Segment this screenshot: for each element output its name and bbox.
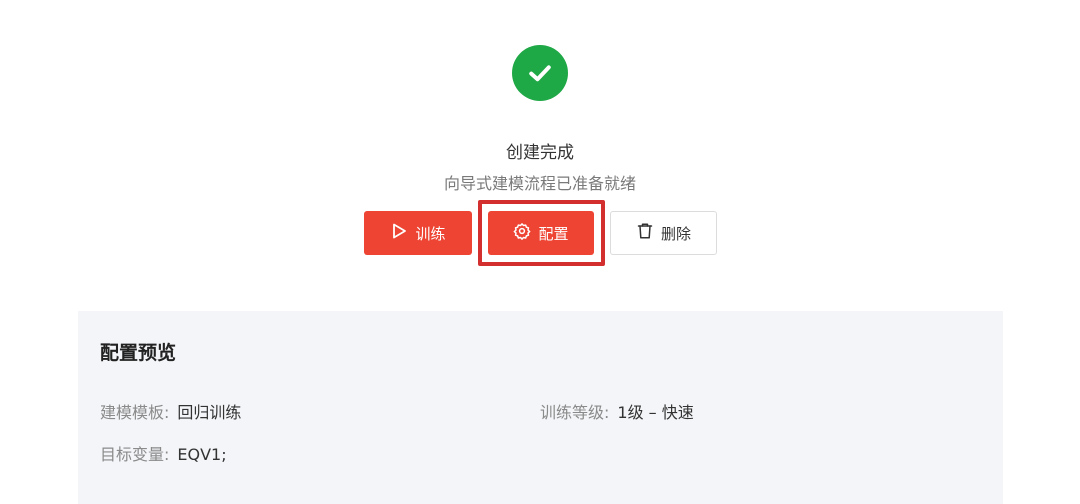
template-field: 建模模板: 回归训练 [100, 402, 241, 424]
delete-button[interactable]: 删除 [610, 211, 717, 255]
status-title: 创建完成 [506, 143, 574, 163]
target-variable-value: EQV1; [177, 445, 227, 464]
play-icon [390, 222, 408, 244]
success-check-icon [512, 45, 568, 101]
train-button-label: 训练 [415, 224, 446, 243]
status-subtitle: 向导式建模流程已准备就绪 [443, 174, 636, 193]
training-level-value: 1级 – 快速 [617, 403, 694, 422]
template-label: 建模模板: [100, 403, 170, 422]
target-variable-label: 目标变量: [100, 445, 170, 464]
config-preview-title: 配置预览 [100, 342, 177, 364]
trash-icon [636, 222, 654, 244]
training-level-label: 训练等级: [540, 403, 610, 422]
train-button[interactable]: 训练 [364, 211, 472, 255]
template-value: 回归训练 [177, 403, 242, 422]
config-button[interactable]: 配置 [488, 211, 594, 255]
config-preview-panel: 配置预览 建模模板: 回归训练 训练等级: 1级 – 快速 目标变量: EQV1; [78, 311, 1003, 504]
creation-complete-page: 创建完成 向导式建模流程已准备就绪 训练 配置 删除 配置预览 建模模板: 回归… [0, 0, 1080, 504]
gear-icon [513, 222, 531, 244]
training-level-field: 训练等级: 1级 – 快速 [540, 402, 694, 424]
delete-button-label: 删除 [660, 224, 691, 243]
target-variable-field: 目标变量: EQV1; [100, 444, 227, 466]
config-button-label: 配置 [538, 224, 569, 243]
